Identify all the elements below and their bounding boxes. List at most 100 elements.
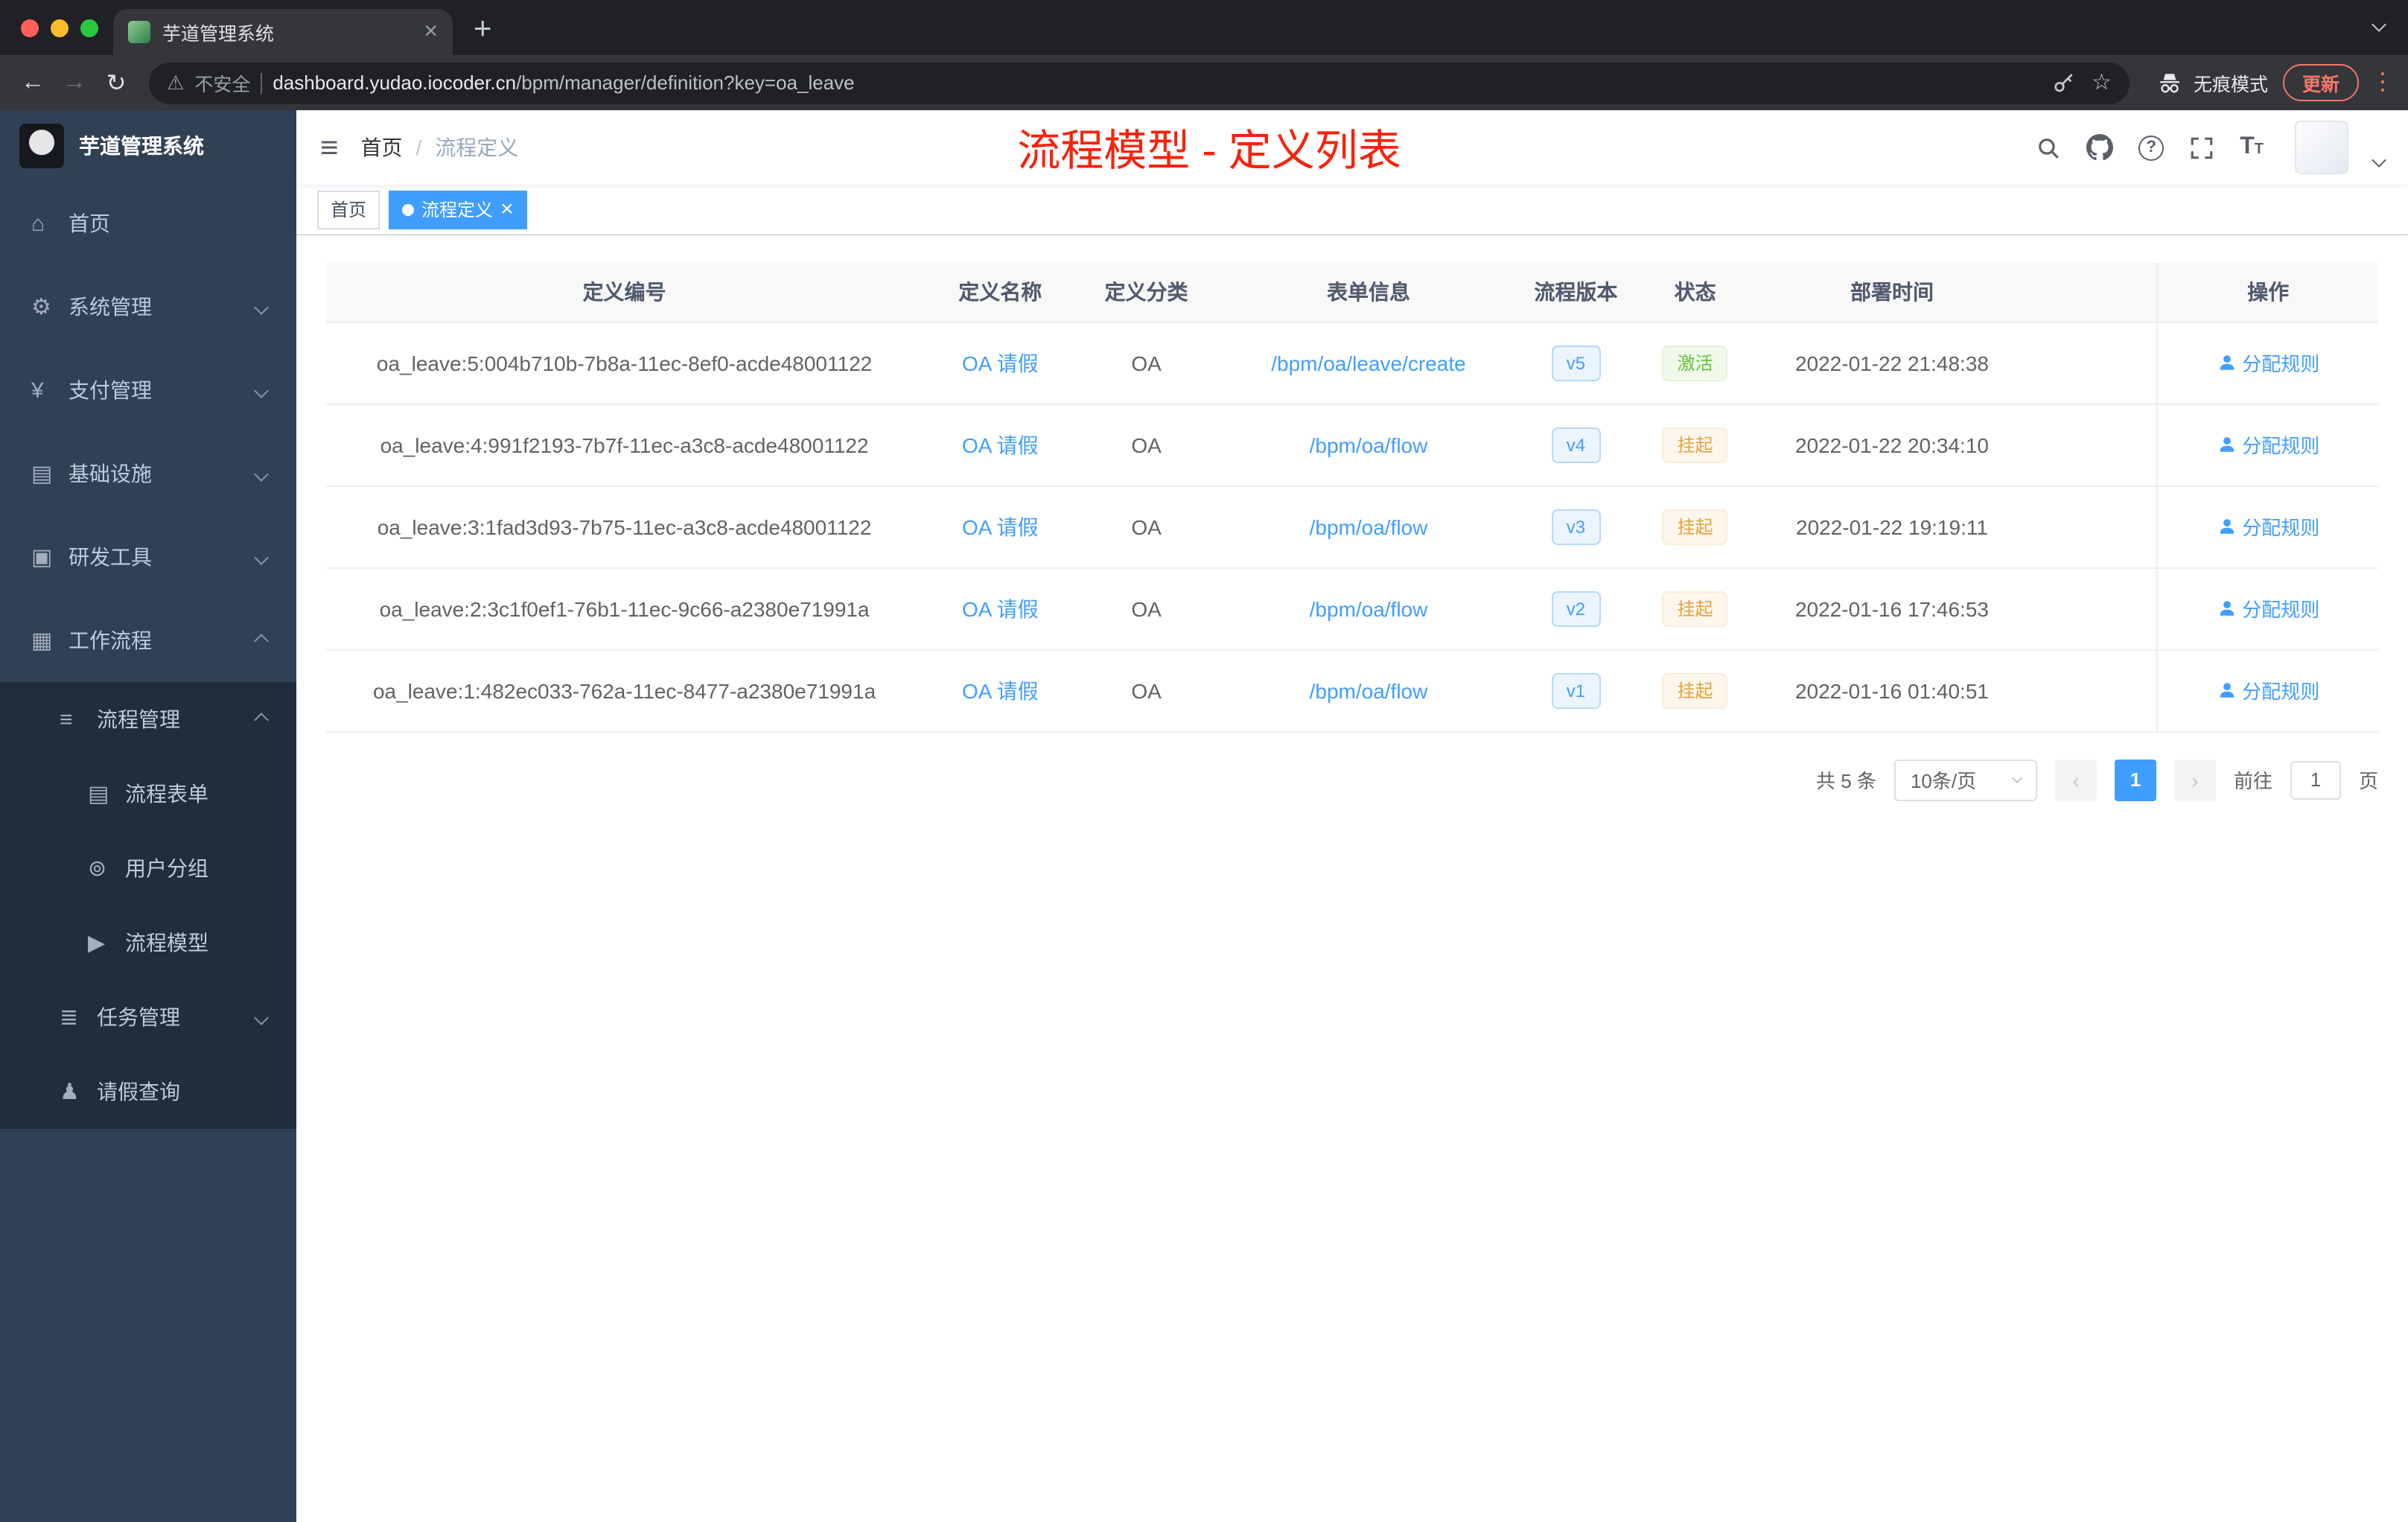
key-icon[interactable] <box>2051 71 2075 95</box>
chevron-down-icon <box>254 299 269 314</box>
avatar-caret-icon[interactable] <box>2372 153 2386 168</box>
definition-name-link[interactable]: OA 请假 <box>962 351 1039 375</box>
assign-rule-link[interactable]: 分配规则 <box>2217 348 2319 377</box>
form-icon: ▤ <box>88 782 109 807</box>
definition-name-link[interactable]: OA 请假 <box>962 515 1039 538</box>
new-tab-button[interactable]: + <box>474 13 492 45</box>
back-button[interactable]: ← <box>12 69 54 96</box>
sidebar-item-label: 首页 <box>69 211 110 235</box>
fullscreen-icon[interactable] <box>2189 135 2214 160</box>
assign-rule-link[interactable]: 分配规则 <box>2217 430 2319 459</box>
screen: 芋道管理系统 × + ← → ↻ ⚠ 不安全 dashboard.yudao.i… <box>0 0 2408 1522</box>
prev-page-button[interactable]: ‹ <box>2054 759 2097 800</box>
home-icon: ⌂ <box>31 211 45 236</box>
definition-name-link[interactable]: OA 请假 <box>962 678 1039 702</box>
assign-rule-link[interactable]: 分配规则 <box>2217 512 2319 541</box>
omnibox-actions: ☆ <box>2051 71 2112 95</box>
definition-name-link[interactable]: OA 请假 <box>962 596 1039 620</box>
font-size-icon[interactable]: TT <box>2240 134 2264 161</box>
tab-close-icon[interactable]: × <box>424 19 438 44</box>
url-text: dashboard.yudao.iocoder.cn/bpm/manager/d… <box>273 71 2041 94</box>
cell-status: 挂起 <box>1629 649 1761 732</box>
cell-category: OA <box>1077 322 1215 404</box>
task-icon: ≣ <box>60 1005 79 1031</box>
sidebar-item-workflow[interactable]: ▦ 工作流程 <box>0 599 296 682</box>
column-header: 操作 <box>2156 262 2378 322</box>
cell-deploy-time: 2022-01-22 19:19:11 <box>1760 485 2024 568</box>
tab-search-chevron-icon[interactable] <box>2372 17 2386 32</box>
sidebar-item-system-management[interactable]: ⚙ 系统管理 <box>0 265 296 348</box>
browser-tab[interactable]: 芋道管理系统 × <box>113 9 453 55</box>
cell-definition-name: OA 请假 <box>923 649 1078 732</box>
bookmark-star-icon[interactable]: ☆ <box>2092 71 2112 94</box>
assign-rule-link[interactable]: 分配规则 <box>2217 594 2319 623</box>
cell-filler <box>2023 567 2158 650</box>
annotation-text: 流程模型 - 定义列表 <box>1017 128 1401 176</box>
goto-page-input[interactable] <box>2290 760 2341 799</box>
sidebar-item-dev-tools[interactable]: ▣ 研发工具 <box>0 515 296 599</box>
address-bar[interactable]: ⚠ 不安全 dashboard.yudao.iocoder.cn/bpm/man… <box>149 62 2130 104</box>
sidebar-item-user-group[interactable]: ⊚ 用户分组 <box>0 831 296 905</box>
pagination: 共 5 条 10条/页 ‹ 1 › 前往 页 <box>326 759 2378 800</box>
reload-button[interactable]: ↻ <box>95 68 137 98</box>
cell-filler <box>2023 485 2158 568</box>
page-number-1[interactable]: 1 <box>2114 759 2156 800</box>
incognito-icon <box>2160 73 2179 92</box>
tag-close-icon[interactable]: × <box>500 198 514 220</box>
cell-action: 分配规则 <box>2156 485 2378 568</box>
sidebar-item-leave-query[interactable]: ♟ 请假查询 <box>0 1054 296 1129</box>
search-icon[interactable] <box>2036 135 2061 160</box>
cell-status: 挂起 <box>1629 404 1761 486</box>
minimize-window-button[interactable] <box>51 19 69 36</box>
forward-button[interactable]: → <box>54 69 95 96</box>
goto-suffix: 页 <box>2358 770 2378 792</box>
total-count: 共 5 条 <box>1816 770 1876 792</box>
sidebar-item-process-management[interactable]: ≡ 流程管理 <box>0 682 296 757</box>
tags-view-bar: 首页 流程定义 × <box>296 185 2408 235</box>
close-window-button[interactable] <box>21 19 39 36</box>
help-icon[interactable]: ? <box>2138 135 2165 160</box>
github-icon[interactable] <box>2086 134 2114 161</box>
sidebar-item-process-form[interactable]: ▤ 流程表单 <box>0 757 296 831</box>
sidebar-item-payment-management[interactable]: ¥ 支付管理 <box>0 348 296 432</box>
maximize-window-button[interactable] <box>80 19 98 36</box>
app-logo-row[interactable]: 芋道管理系统 <box>0 110 296 182</box>
sidebar-item-task-management[interactable]: ≣ 任务管理 <box>0 980 296 1054</box>
cell-definition-name: OA 请假 <box>923 322 1078 404</box>
definition-name-link[interactable]: OA 请假 <box>962 433 1039 456</box>
view-tag-inactive[interactable]: 首页 <box>317 190 380 229</box>
page-size-select[interactable]: 10条/页 <box>1893 759 2037 800</box>
avatar[interactable] <box>2295 121 2348 174</box>
next-page-button[interactable]: › <box>2173 759 2216 800</box>
assign-rule-link[interactable]: 分配规则 <box>2217 676 2319 704</box>
breadcrumb-current: 流程定义 <box>435 136 519 159</box>
cell-status: 挂起 <box>1629 485 1761 568</box>
form-link[interactable]: /bpm/oa/flow <box>1310 678 1428 702</box>
definition-table: 定义编号 定义名称 定义分类 表单信息 流程版本 状态 部署时间 操作 oa_leave:5:… <box>326 262 2378 732</box>
sidebar-item-home[interactable]: ⌂ 首页 <box>0 182 296 265</box>
update-button[interactable]: 更新 <box>2282 64 2359 101</box>
sidebar-item-label: 基础设施 <box>69 462 152 485</box>
chevron-down-icon <box>2011 771 2023 783</box>
workflow-icon: ▦ <box>31 628 53 654</box>
security-label[interactable]: 不安全 <box>194 69 250 97</box>
user-icon <box>2220 437 2234 452</box>
gear-icon: ⚙ <box>31 295 51 320</box>
version-tag: v2 <box>1551 590 1601 626</box>
view-tag-active[interactable]: 流程定义 × <box>389 190 527 229</box>
sidebar-item-label: 研发工具 <box>69 545 152 569</box>
column-header: 定义编号 <box>326 262 923 322</box>
sidebar-item-process-model[interactable]: ▶ 流程模型 <box>0 905 296 980</box>
sidebar-item-infrastructure[interactable]: ▤ 基础设施 <box>0 432 296 515</box>
form-link[interactable]: /bpm/oa/leave/create <box>1271 351 1466 375</box>
browser-menu-icon[interactable]: ⋮ <box>2369 70 2396 95</box>
user-icon: ♟ <box>60 1080 80 1105</box>
table-row: oa_leave:4:991f2193-7b7f-11ec-a3c8-acde4… <box>326 404 2378 486</box>
cell-version: v2 <box>1522 567 1630 650</box>
breadcrumb-home[interactable]: 首页 <box>361 133 403 162</box>
chevron-down-icon <box>254 383 269 398</box>
form-link[interactable]: /bpm/oa/flow <box>1310 433 1428 456</box>
form-link[interactable]: /bpm/oa/flow <box>1310 515 1428 538</box>
form-link[interactable]: /bpm/oa/flow <box>1310 596 1428 620</box>
sidebar-collapse-icon[interactable]: ≡ <box>320 132 339 163</box>
